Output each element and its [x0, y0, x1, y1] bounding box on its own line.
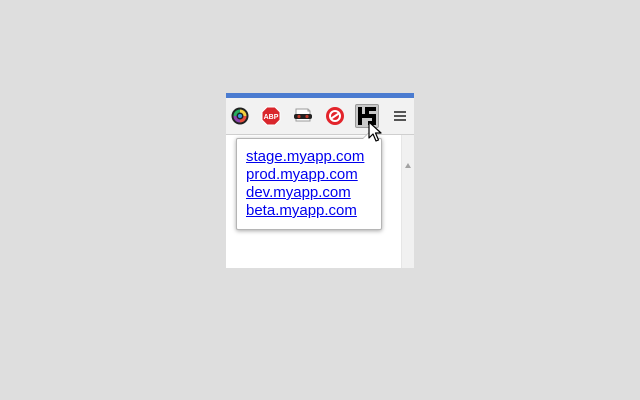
- abp-label: ABP: [264, 114, 279, 121]
- abp-icon: ABP: [261, 106, 281, 126]
- browser-menu-button[interactable]: [389, 105, 411, 127]
- list-item: beta.myapp.com: [246, 202, 364, 220]
- list-item: dev.myapp.com: [246, 184, 364, 202]
- hostname-link-beta[interactable]: beta.myapp.com: [246, 202, 357, 219]
- hostname-link-prod[interactable]: prod.myapp.com: [246, 166, 358, 183]
- hostname-switcher-extension-button[interactable]: [355, 104, 379, 128]
- lastpass-extension-button[interactable]: [324, 105, 346, 127]
- incognito-extension-button[interactable]: [292, 105, 314, 127]
- list-item: prod.myapp.com: [246, 166, 364, 184]
- red-circle-icon: [325, 106, 345, 126]
- hostname-link-dev[interactable]: dev.myapp.com: [246, 184, 351, 201]
- popup-arrow-inner: [363, 132, 377, 139]
- hostname-link-list: stage.myapp.com prod.myapp.com dev.myapp…: [246, 148, 364, 220]
- scroll-up-arrow-icon[interactable]: [405, 163, 411, 168]
- mask-icon: [293, 106, 313, 126]
- color-picker-extension-button[interactable]: [229, 105, 251, 127]
- list-item: stage.myapp.com: [246, 148, 364, 166]
- adblock-plus-extension-button[interactable]: ABP: [260, 105, 282, 127]
- hostname-link-stage[interactable]: stage.myapp.com: [246, 148, 364, 165]
- hostname-popup: stage.myapp.com prod.myapp.com dev.myapp…: [236, 131, 382, 230]
- hs-icon: [357, 106, 377, 126]
- hamburger-menu-icon: [393, 109, 407, 123]
- vertical-scrollbar[interactable]: [401, 135, 414, 268]
- color-wheel-icon: [231, 107, 249, 125]
- extension-toolbar: ABP: [226, 98, 414, 135]
